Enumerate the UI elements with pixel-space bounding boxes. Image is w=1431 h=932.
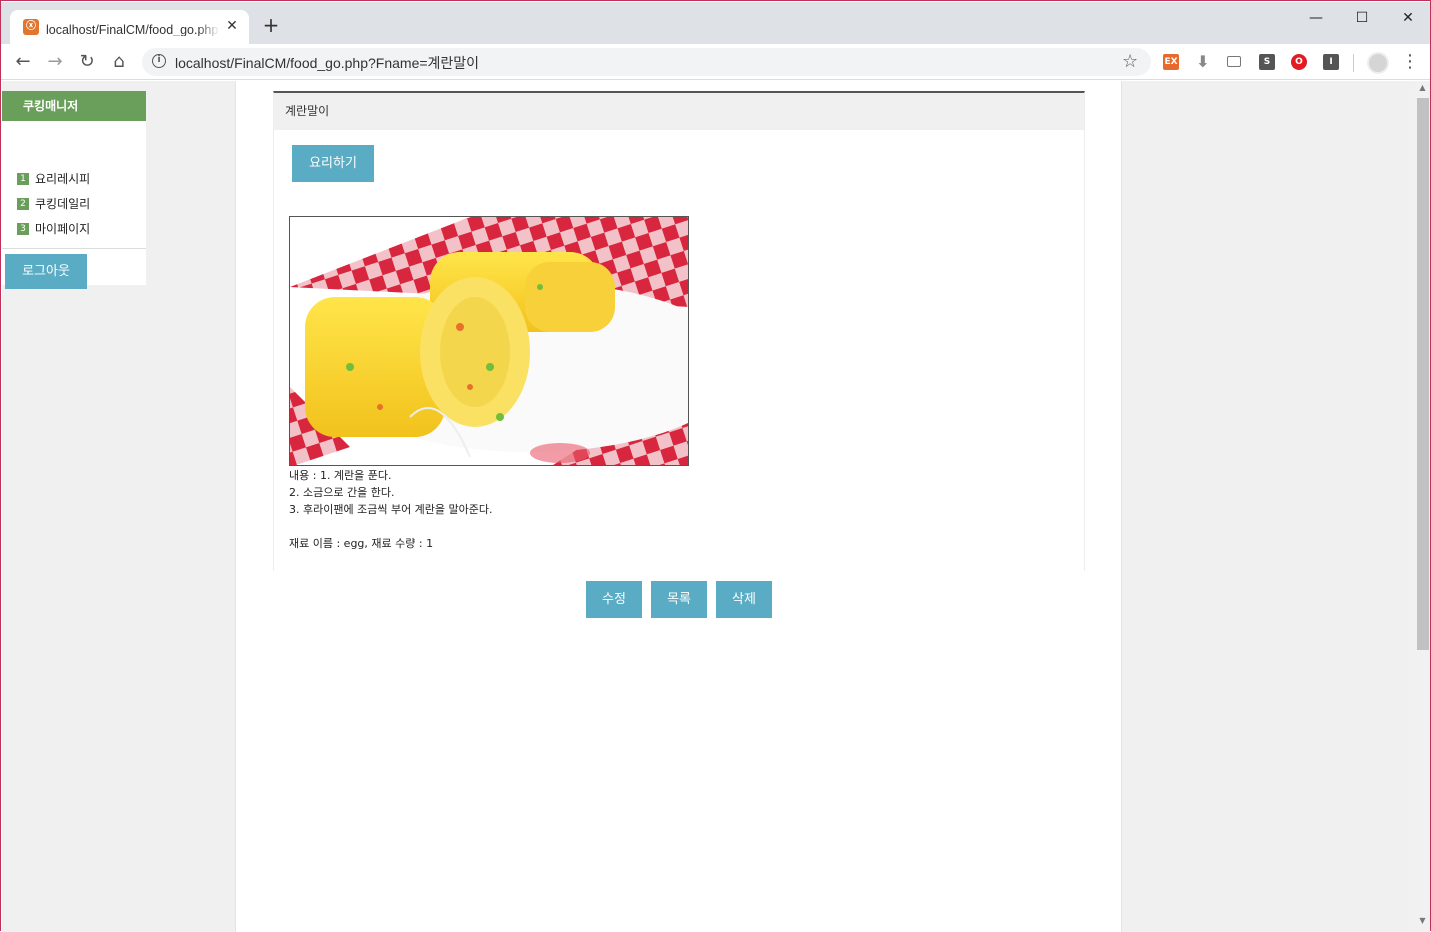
s-icon[interactable]: S xyxy=(1259,54,1275,70)
tab-close-icon[interactable]: ✕ xyxy=(224,18,240,34)
cook-button[interactable]: 요리하기 xyxy=(292,145,374,182)
scrollbar-thumb[interactable] xyxy=(1417,98,1429,650)
opera-icon[interactable]: O xyxy=(1291,54,1307,70)
reload-icon[interactable]: ↻ xyxy=(75,50,99,74)
rolled-omelette-image xyxy=(290,217,688,465)
download-arrow-icon[interactable]: ⬇ xyxy=(1195,54,1211,70)
recipe-card: 계란말이 요리하기 내용: 1. 계란을 푼다. 2. 소금으로 간을 한다.… xyxy=(273,91,1085,571)
home-icon[interactable]: ⌂ xyxy=(107,50,131,74)
back-arrow-icon[interactable]: ← xyxy=(11,50,35,74)
list-button[interactable]: 목록 xyxy=(651,581,707,618)
right-gutter xyxy=(1122,81,1415,932)
scroll-up-arrow-icon[interactable]: ▲ xyxy=(1415,83,1430,95)
recipe-content-line: 2. 소금으로 간을 한다. xyxy=(289,486,395,499)
recipe-content-line: 내용 : 1. 계란을 푼다. xyxy=(289,469,392,482)
card-icon[interactable] xyxy=(1227,56,1241,67)
tab-title-fade xyxy=(198,16,220,38)
bookmark-star-icon[interactable]: ☆ xyxy=(1122,51,1138,72)
tab-strip: ⓧ localhost/FinalCM/food_go.php?Fname=계란… xyxy=(1,2,1430,44)
address-bar[interactable]: i localhost/FinalCM/food_go.php?Fname=계란… xyxy=(142,48,1151,76)
sidebar-item-daily[interactable]: 2 쿠킹데일리 xyxy=(17,196,90,212)
recipe-title: 계란말이 xyxy=(274,93,1084,130)
recipe-ingredients: 재료 이름 : egg, 재료 수량 : 1 xyxy=(289,537,434,550)
maximize-button[interactable]: ☐ xyxy=(1339,6,1385,30)
sidebar-item-mypage[interactable]: 3 마이페이지 xyxy=(17,221,90,237)
logout-button[interactable]: 로그아웃 xyxy=(5,254,87,289)
sidebar-divider xyxy=(2,248,146,249)
i-icon[interactable]: I xyxy=(1323,54,1339,70)
menu-dots-icon[interactable]: ⋮ xyxy=(1401,50,1419,74)
sidebar-item-number: 2 xyxy=(17,197,29,210)
xampp-favicon-icon: ⓧ xyxy=(23,19,39,35)
sidebar-header: 쿠킹매니저 xyxy=(2,91,146,121)
sidebar-panel: 쿠킹매니저 1 요리레시피 2 쿠킹데일리 3 마이페이지 로그아웃 xyxy=(2,91,146,289)
sidebar: 쿠킹매니저 1 요리레시피 2 쿠킹데일리 3 마이페이지 로그아웃 xyxy=(2,81,235,932)
recipe-content-line: 3. 후라이팬에 조금씩 부어 계란을 말아준다. xyxy=(289,503,493,516)
new-tab-button[interactable]: + xyxy=(261,15,281,35)
info-icon[interactable]: i xyxy=(152,54,166,68)
tab-title: localhost/FinalCM/food_go.php?Fname=계란말이 xyxy=(46,23,218,36)
url-text[interactable]: localhost/FinalCM/food_go.php?Fname=계란말이 xyxy=(175,53,479,73)
toolbar-divider xyxy=(1353,54,1354,72)
browser-window: ⓧ localhost/FinalCM/food_go.php?Fname=계란… xyxy=(0,0,1431,932)
page-viewport: 쿠킹매니저 1 요리레시피 2 쿠킹데일리 3 마이페이지 로그아웃 계란말이 요리하… xyxy=(2,81,1415,932)
window-close-button[interactable]: ✕ xyxy=(1385,6,1431,30)
vertical-scrollbar[interactable]: ▲ ▼ xyxy=(1415,81,1430,932)
browser-toolbar: ← → ↻ ⌂ i localhost/FinalCM/food_go.php?… xyxy=(1,44,1430,80)
main-content: 계란말이 요리하기 내용: 1. 계란을 푼다. 2. 소금으로 간을 한다.… xyxy=(235,81,1122,932)
food-photo xyxy=(289,216,689,466)
profile-avatar[interactable] xyxy=(1367,52,1389,74)
sidebar-item-number: 3 xyxy=(17,222,29,235)
browser-tab[interactable]: ⓧ localhost/FinalCM/food_go.php?Fname=계란… xyxy=(10,10,249,44)
sidebar-item-recipes[interactable]: 1 요리레시피 xyxy=(17,171,90,187)
scroll-down-arrow-icon[interactable]: ▼ xyxy=(1415,916,1430,928)
edit-button[interactable]: 수정 xyxy=(586,581,642,618)
sidebar-item-label: 쿠킹데일리 xyxy=(35,197,91,211)
minimize-button[interactable]: — xyxy=(1293,6,1339,30)
delete-button[interactable]: 삭제 xyxy=(716,581,772,618)
extension-ex-icon[interactable]: EX xyxy=(1163,54,1179,70)
sidebar-item-label: 요리레시피 xyxy=(35,172,91,186)
sidebar-item-label: 마이페이지 xyxy=(35,222,91,236)
forward-arrow-icon[interactable]: → xyxy=(43,50,67,74)
sidebar-item-number: 1 xyxy=(17,172,29,185)
